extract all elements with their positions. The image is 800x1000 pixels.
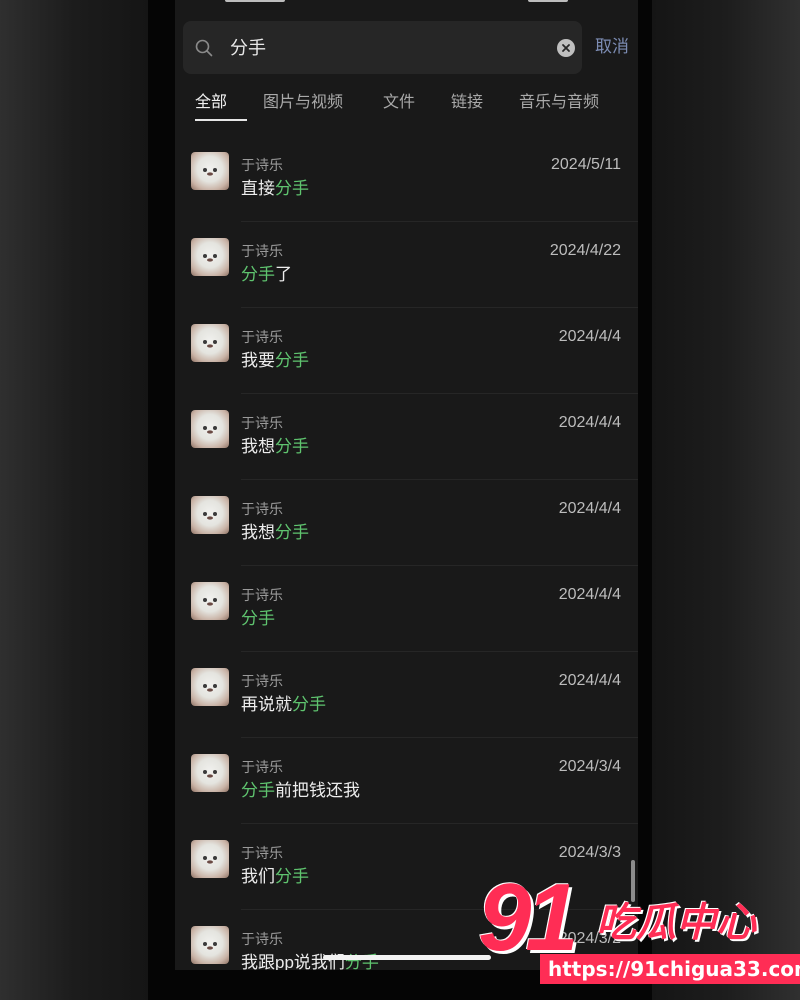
message-text: 分手 (241, 608, 275, 630)
sender-name: 于诗乐 (241, 673, 283, 689)
cancel-button[interactable]: 取消 (595, 36, 629, 58)
result-row[interactable]: 于诗乐 2024/4/4 我想分手 (175, 480, 638, 566)
message-text: 我要分手 (241, 350, 309, 372)
sender-name: 于诗乐 (241, 157, 283, 173)
message-date: 2024/4/4 (558, 328, 621, 345)
chat-search-screen: 分手 取消 全部 图片与视频 文件 链接 音乐与音频 于诗乐 2024/5/11… (175, 0, 638, 970)
status-bar (175, 0, 638, 8)
result-row[interactable]: 于诗乐 2024/4/4 我要分手 (175, 308, 638, 394)
watermark-number: 91 (478, 864, 579, 971)
message-date: 2024/4/22 (549, 242, 621, 259)
message-date: 2024/4/4 (558, 586, 621, 603)
sender-name: 于诗乐 (241, 587, 283, 603)
keyword-highlight: 分手 (241, 609, 275, 628)
sender-name: 于诗乐 (241, 759, 283, 775)
keyword-highlight: 分手 (275, 437, 309, 456)
search-input[interactable]: 分手 (230, 36, 266, 60)
keyword-highlight: 分手 (241, 265, 275, 284)
message-text: 直接分手 (241, 178, 309, 200)
search-icon (195, 39, 213, 57)
keyword-highlight: 分手 (275, 179, 309, 198)
result-row[interactable]: 于诗乐 2024/4/4 分手 (175, 566, 638, 652)
message-text: 我们分手 (241, 866, 309, 888)
message-text-before: 我要 (241, 351, 275, 370)
tab-label: 文件 (383, 94, 416, 111)
search-bar[interactable]: 分手 (183, 21, 582, 74)
sender-name: 于诗乐 (241, 243, 283, 259)
tab-active-underline (195, 119, 247, 121)
status-time (225, 0, 285, 2)
message-date: 2024/4/4 (558, 672, 621, 689)
message-text-before: 我们 (241, 867, 275, 886)
result-row[interactable]: 于诗乐 2024/5/11 直接分手 (175, 136, 638, 222)
tab-all[interactable]: 全部 (195, 92, 247, 121)
avatar (191, 496, 229, 534)
avatar (191, 238, 229, 276)
message-text-after: 了 (275, 265, 292, 284)
result-row[interactable]: 于诗乐 2024/4/4 再说就分手 (175, 652, 638, 738)
avatar (191, 754, 229, 792)
keyword-highlight: 分手 (275, 867, 309, 886)
message-text-before: 我想 (241, 437, 275, 456)
tab-label: 链接 (451, 94, 484, 111)
avatar (191, 582, 229, 620)
message-text: 我想分手 (241, 522, 309, 544)
message-date: 2024/4/4 (558, 500, 621, 517)
message-date: 2024/5/11 (551, 156, 621, 173)
tab-label: 图片与视频 (263, 94, 344, 111)
message-date: 2024/4/4 (558, 414, 621, 431)
avatar (191, 926, 229, 964)
background-right (652, 0, 800, 1000)
keyword-highlight: 分手 (292, 695, 326, 714)
sender-name: 于诗乐 (241, 845, 283, 861)
clear-icon[interactable] (557, 39, 575, 57)
message-date: 2024/3/4 (558, 758, 621, 775)
message-text: 再说就分手 (241, 694, 326, 716)
message-text: 我想分手 (241, 436, 309, 458)
keyword-highlight: 分手 (275, 351, 309, 370)
watermark-logo: 91 吃瓜中心 https://91chigua33.com (478, 864, 800, 988)
watermark-name: 吃瓜中心 (596, 901, 756, 945)
tab-music-audio[interactable]: 音乐与音频 (519, 92, 599, 114)
avatar (191, 410, 229, 448)
background-left (0, 0, 148, 1000)
message-text: 分手了 (241, 264, 292, 286)
avatar (191, 152, 229, 190)
tab-files[interactable]: 文件 (383, 92, 415, 114)
result-row[interactable]: 于诗乐 2024/4/4 我想分手 (175, 394, 638, 480)
sender-name: 于诗乐 (241, 415, 283, 431)
home-indicator[interactable] (323, 955, 491, 960)
avatar (191, 840, 229, 878)
sender-name: 于诗乐 (241, 931, 283, 947)
sender-name: 于诗乐 (241, 501, 283, 517)
sender-name: 于诗乐 (241, 329, 283, 345)
result-row[interactable]: 于诗乐 2024/4/22 分手了 (175, 222, 638, 308)
message-text-before: 我想 (241, 523, 275, 542)
avatar (191, 668, 229, 706)
message-date: 2024/3/3 (558, 844, 621, 861)
filter-tabs: 全部 图片与视频 文件 链接 音乐与音频 (187, 92, 627, 122)
result-row[interactable]: 于诗乐 2024/3/4 分手前把钱还我 (175, 738, 638, 824)
message-text: 分手前把钱还我 (241, 780, 360, 802)
tab-label: 全部 (195, 94, 228, 111)
message-text-before: 再说就 (241, 695, 292, 714)
signal-icon (528, 0, 568, 2)
tab-links[interactable]: 链接 (451, 92, 483, 114)
avatar (191, 324, 229, 362)
keyword-highlight: 分手 (275, 523, 309, 542)
tab-label: 音乐与音频 (519, 94, 600, 111)
tab-images-videos[interactable]: 图片与视频 (263, 92, 343, 114)
message-text-after: 前把钱还我 (275, 781, 360, 800)
watermark-url: https://91chigua33.com (540, 954, 800, 984)
keyword-highlight: 分手 (241, 781, 275, 800)
message-text-before: 直接 (241, 179, 275, 198)
